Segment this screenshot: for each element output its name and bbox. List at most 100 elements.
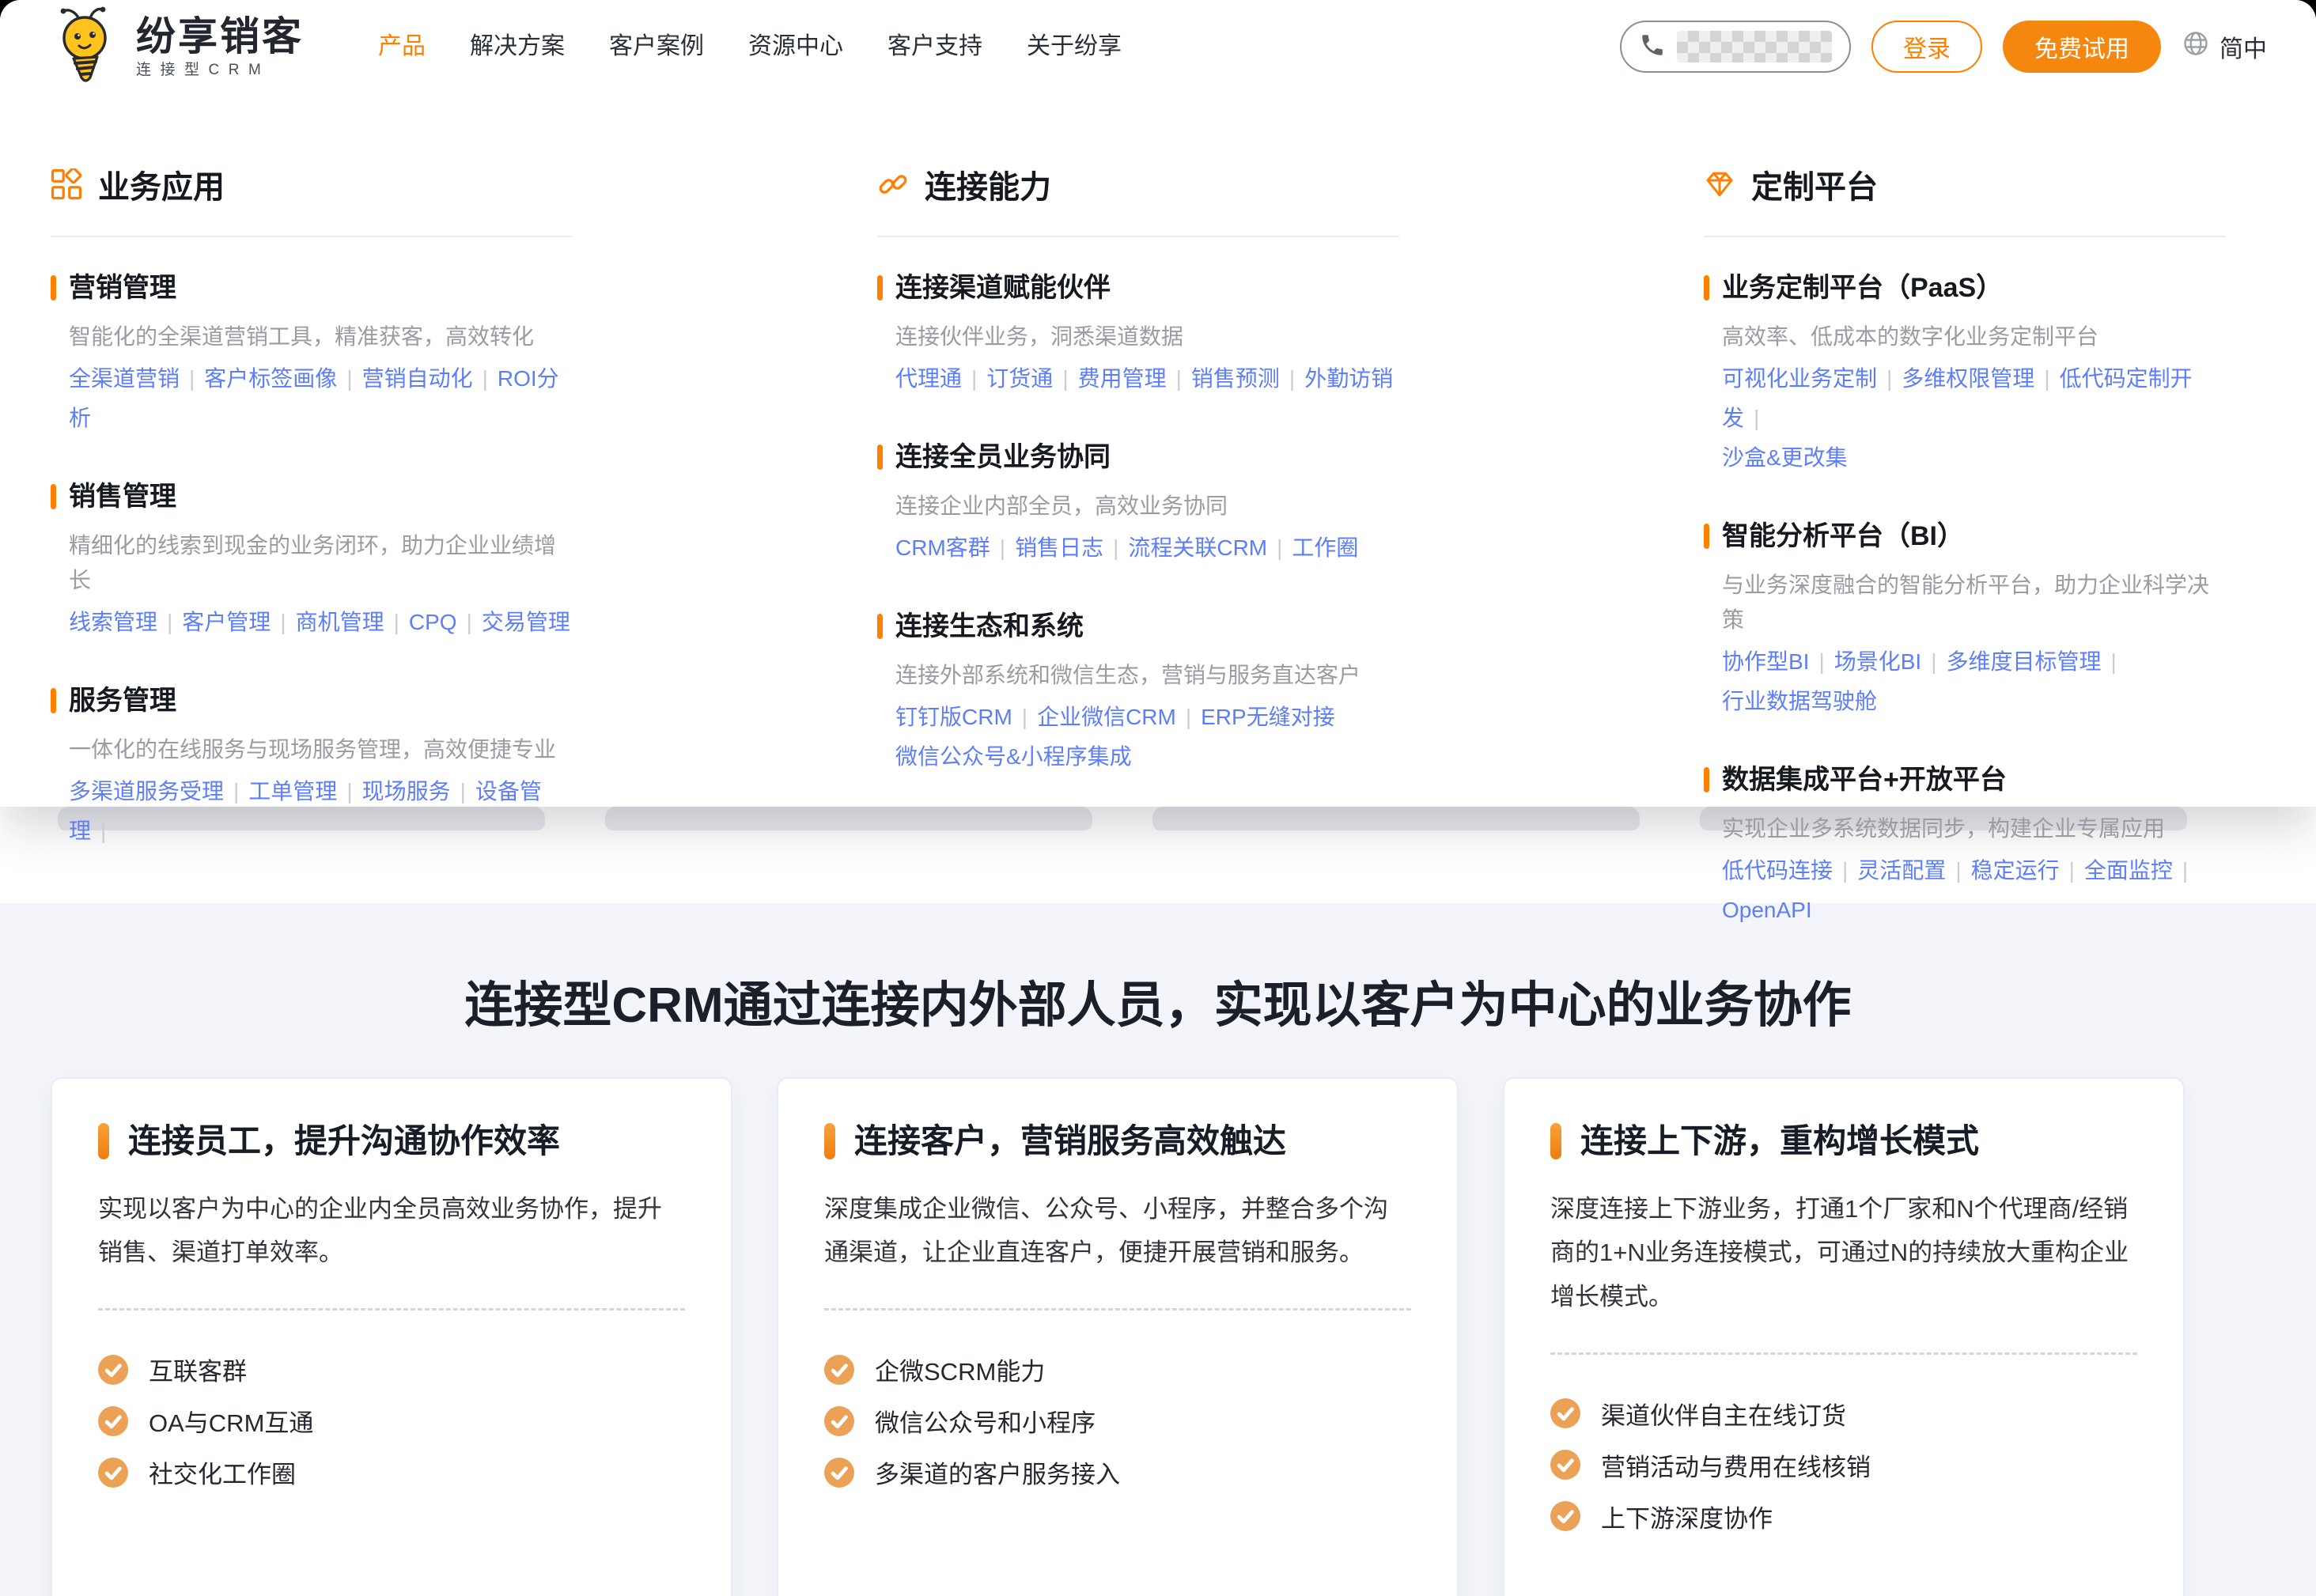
mega-column-header: 业务应用 xyxy=(51,161,573,207)
feature-point-label: 企微SCRM能力 xyxy=(875,1352,1045,1387)
menu-link[interactable]: 工单管理 xyxy=(248,779,337,804)
menu-link[interactable]: 销售预测 xyxy=(1191,366,1280,391)
orange-bar xyxy=(51,688,56,713)
menu-section-desc: 智能化的全渠道营销工具，精准获客，高效转化 xyxy=(69,320,573,354)
nav-item[interactable]: 关于纷享 xyxy=(1027,0,1122,93)
menu-link[interactable]: 微信公众号&小程序集成 xyxy=(895,744,1132,769)
feature-point: 社交化工作圈 xyxy=(98,1454,685,1490)
menu-section-desc: 连接外部系统和微信生态，营销与服务直达客户 xyxy=(895,658,1399,693)
menu-link[interactable]: 客户标签画像 xyxy=(204,366,337,391)
menu-section-title-text: 连接全员业务协同 xyxy=(895,438,1111,476)
feature-point-label: 微信公众号和小程序 xyxy=(875,1403,1096,1439)
menu-section-title-text: 连接生态和系统 xyxy=(895,607,1084,645)
login-button[interactable]: 登录 xyxy=(1871,21,1982,73)
check-icon xyxy=(1550,1501,1580,1531)
menu-link[interactable]: CRM客群 xyxy=(895,535,990,560)
menu-link[interactable]: 多渠道服务受理 xyxy=(69,779,224,804)
menu-link[interactable]: 多维度目标管理 xyxy=(1947,649,2102,674)
nav-item[interactable]: 产品 xyxy=(378,0,426,93)
link-separator: | xyxy=(1886,366,1892,391)
menu-link[interactable]: 商机管理 xyxy=(296,610,384,634)
link-separator: | xyxy=(1289,366,1295,391)
menu-section: 连接生态和系统连接外部系统和微信生态，营销与服务直达客户钉钉版CRM | 企业微信C… xyxy=(877,607,1399,777)
nav-item[interactable]: 客户案例 xyxy=(609,0,704,93)
menu-link-row: 代理通|订货通|费用管理|销售预测|外勤访销 xyxy=(895,359,1399,399)
orange-bar xyxy=(51,275,56,301)
menu-link[interactable]: 销售日志 xyxy=(1015,535,1103,560)
orange-bar xyxy=(1704,275,1709,301)
feature-card-desc: 深度集成企业微信、公众号、小程序，并整合多个沟通渠道，让企业直连客户，便捷开展营… xyxy=(824,1187,1411,1276)
menu-link[interactable]: CPQ xyxy=(409,610,457,634)
feature-cards: 连接员工，提升沟通协作效率实现以客户为中心的企业内全员高效业务协作，提升销售、渠… xyxy=(0,1077,2316,1596)
menu-link[interactable]: 订货通 xyxy=(986,366,1053,391)
feature-card-title-text: 连接客户，营销服务高效触达 xyxy=(854,1121,1286,1161)
phone-icon xyxy=(1639,32,1666,62)
menu-link[interactable]: OpenAPI xyxy=(1722,898,1812,922)
menu-link[interactable]: 全面监控 xyxy=(2084,858,2173,883)
feature-point: 微信公众号和小程序 xyxy=(824,1403,1411,1439)
menu-link[interactable]: 交易管理 xyxy=(482,610,570,634)
grid-icon xyxy=(51,168,82,200)
menu-link-row: CRM客群|销售日志|流程关联CRM|工作圈 xyxy=(895,528,1399,568)
link-separator: | xyxy=(2069,858,2075,883)
menu-section-title-text: 数据集成平台+开放平台 xyxy=(1722,761,2007,799)
menu-section-title: 数据集成平台+开放平台 xyxy=(1704,761,2226,799)
menu-link[interactable]: 场景化BI xyxy=(1834,649,1921,674)
menu-link[interactable]: 流程关联CRM xyxy=(1128,535,1267,560)
products-mega-menu: 业务应用营销管理智能化的全渠道营销工具，精准获客，高效转化全渠道营销|客户标签画… xyxy=(0,93,2316,807)
free-trial-button[interactable]: 免费试用 xyxy=(2003,21,2161,73)
link-separator: | xyxy=(1113,535,1118,560)
link-separator: | xyxy=(346,366,352,391)
link-separator: | xyxy=(233,779,239,804)
link-separator: | xyxy=(1186,705,1191,729)
orange-bar xyxy=(51,484,56,509)
menu-link[interactable]: 外勤访销 xyxy=(1304,366,1393,391)
menu-link[interactable]: 工作圈 xyxy=(1292,535,1358,560)
nav-item[interactable]: 客户支持 xyxy=(887,0,982,93)
link-separator: | xyxy=(1818,649,1824,674)
menu-link[interactable]: 协作型BI xyxy=(1722,649,1809,674)
feature-card-desc: 实现以客户为中心的企业内全员高效业务协作，提升销售、渠道打单效率。 xyxy=(98,1187,685,1276)
menu-link[interactable]: 低代码连接 xyxy=(1722,858,1833,883)
menu-link[interactable]: 代理通 xyxy=(895,366,962,391)
link-separator: | xyxy=(1022,705,1027,729)
feature-point-label: 互联客群 xyxy=(149,1352,247,1387)
menu-link[interactable]: 营销自动化 xyxy=(362,366,473,391)
menu-link[interactable]: 钉钉版CRM xyxy=(895,705,1012,729)
blurred-phone-number xyxy=(1677,31,1832,62)
menu-section: 服务管理一体化的在线服务与现场服务管理，高效便捷专业多渠道服务受理|工单管理|现… xyxy=(51,682,573,851)
menu-link[interactable]: 可视化业务定制 xyxy=(1722,366,1877,391)
feature-card-title: 连接上下游，重构增长模式 xyxy=(1550,1121,2137,1161)
language-switcher[interactable]: 简中 xyxy=(2182,29,2267,64)
menu-link[interactable]: 灵活配置 xyxy=(1857,858,1946,883)
menu-section-desc: 与业务深度融合的智能分析平台，助力企业科学决策 xyxy=(1722,568,2226,637)
feature-point: OA与CRM互通 xyxy=(98,1403,685,1439)
menu-link[interactable]: 全渠道营销 xyxy=(69,366,180,391)
link-separator: | xyxy=(1955,858,1961,883)
link-separator: | xyxy=(2111,649,2117,674)
menu-link[interactable]: 多维权限管理 xyxy=(1902,366,2034,391)
orange-bar xyxy=(98,1123,109,1159)
link-separator: | xyxy=(280,610,286,634)
menu-link[interactable]: 企业微信CRM xyxy=(1037,705,1176,729)
menu-link[interactable]: 费用管理 xyxy=(1078,366,1167,391)
feature-point: 营销活动与费用在线核销 xyxy=(1550,1447,2137,1483)
link-separator: | xyxy=(1842,858,1848,883)
menu-link-row: 低代码连接|灵活配置|稳定运行|全面监控| xyxy=(1722,851,2226,891)
menu-link[interactable]: 线索管理 xyxy=(69,610,157,634)
menu-link[interactable]: 现场服务 xyxy=(362,779,451,804)
menu-link-row: 多渠道服务受理|工单管理|现场服务|设备管理| xyxy=(69,772,573,851)
logo[interactable]: 纷享销客 连接型CRM xyxy=(49,6,304,88)
menu-link[interactable]: 沙盒&更改集 xyxy=(1722,445,1848,470)
menu-link[interactable]: 客户管理 xyxy=(182,610,271,634)
nav-item[interactable]: 解决方案 xyxy=(470,0,565,93)
nav-item[interactable]: 资源中心 xyxy=(748,0,843,93)
menu-section-title: 服务管理 xyxy=(51,682,573,720)
menu-link[interactable]: 稳定运行 xyxy=(1971,858,2060,883)
phone-button[interactable] xyxy=(1620,21,1851,73)
menu-link[interactable]: 行业数据驾驶舱 xyxy=(1722,689,1877,713)
menu-link[interactable]: ERP无缝对接 xyxy=(1201,705,1335,729)
mega-column-header: 定制平台 xyxy=(1704,161,2226,207)
globe-icon xyxy=(2182,29,2210,64)
menu-section-desc: 实现企业多系统数据同步，构建企业专属应用 xyxy=(1722,811,2226,846)
